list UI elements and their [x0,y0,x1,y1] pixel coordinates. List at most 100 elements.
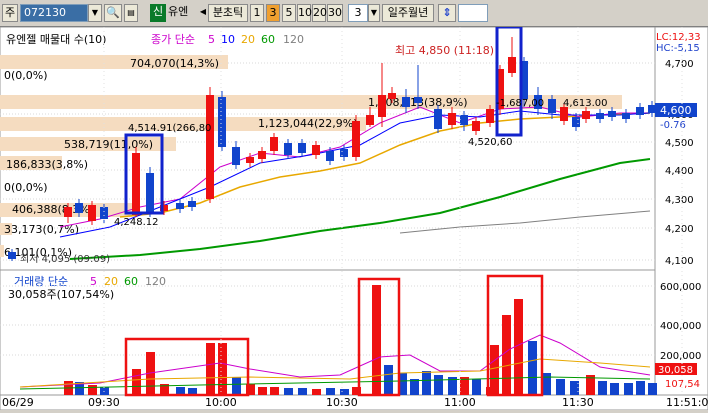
ma-legend-120: 120 [283,33,304,46]
ma-legend-20: 20 [241,33,255,46]
current-price: 4,600 [660,104,692,117]
candle-body [206,95,214,199]
x-axis-time-label: 11:51:0 [666,396,708,409]
current-volume-pct: 107,54 [665,379,700,390]
x-axis-time-label: 11:30 [562,396,594,409]
candle-body [378,95,386,117]
stock-name: 유엔 [168,5,189,18]
candle-body [188,201,196,207]
volume-bar [206,343,215,395]
candle-body [636,107,644,115]
interval-1-button[interactable]: 1 [250,4,264,22]
price-panel-title: 유엔젤 매물대 수(10) [6,33,106,46]
candle-body [548,99,556,113]
lc-label: LC:12,33 [656,32,701,43]
volume-profile-label: 1,123,044(22,9%) [258,117,358,130]
volume-bar [340,389,349,395]
candle-body [508,57,516,73]
period-tick-button[interactable]: 분초틱 [208,4,248,22]
volume-bar [636,381,645,395]
stock-code-input[interactable]: 072130 [20,4,88,22]
candle-body [232,147,240,165]
volume-y-tick: 200,000 [660,351,701,362]
candle-body [258,151,266,159]
volume-bar [312,389,321,395]
volume-bar [556,379,565,395]
price-y-tick: 4,400 [665,166,694,177]
new-listing-badge: 신 [150,4,166,22]
volume-bar [542,373,551,395]
volume-panel-title: 거래량 단순 [14,275,68,288]
volume-bar [648,383,657,395]
candle-body [100,207,108,219]
interval-3-button[interactable]: 3 [266,4,280,22]
volume-bar [410,379,419,395]
volume-summary: 30,058주(107,54%) [8,288,114,301]
chart-svg: 유엔젤 매물대 수(10) 종가 단순 5 10 20 60 120 LC:12… [0,25,708,411]
volume-bar [88,385,97,395]
sort-icon[interactable]: ⇕ [438,4,456,22]
hc-label: HC:-5,15 [656,43,700,54]
candle-body [8,252,16,259]
volume-profile-label: 704,070(14,3%) [130,57,219,70]
price-y-tick: 4,700 [665,59,694,70]
candle-body [284,143,292,155]
candle-body [340,149,348,157]
x-axis-time-label: 10:00 [205,396,237,409]
volume-profile-label: 538,719(11,0%) [64,138,153,151]
interval-10-button[interactable]: 10 [297,4,312,22]
candle-body [572,117,580,127]
candle-body [472,121,480,131]
price-y-tick: 4,100 [665,256,694,267]
volume-bar [384,365,393,395]
volume-bar [472,379,481,395]
candle-body [64,207,72,217]
volume-bar [232,377,241,395]
day-week-month-year-button[interactable]: 일주월년 [382,4,434,22]
x-axis-time-label: 10:30 [326,396,358,409]
volume-bar [490,345,499,395]
chart-area: 유엔젤 매물대 수(10) 종가 단순 5 10 20 60 120 LC:12… [0,25,708,411]
volume-profile-label: 0(0,0%) [4,69,48,82]
candle-body [75,203,83,213]
chevron-left-icon[interactable]: ◀ [198,4,208,22]
candle-body [582,111,590,119]
interval-30-button[interactable]: 30 [327,4,343,22]
annotation-ma-value: 4,514.91(266,80 [128,123,211,134]
mode-dropdown[interactable]: 주 [2,4,18,22]
x-axis-date: 06/29 [2,396,34,409]
stock-list-icon[interactable]: ▤ [124,4,138,22]
candle-body [460,115,468,125]
candle-body [560,107,568,121]
candle-body [218,97,226,147]
candle-body [312,145,320,155]
volume-profile-label: 0(0,0%) [4,181,48,194]
volume-bar [284,388,293,395]
change-pct: -0.76 [660,120,686,131]
volume-bar [422,371,431,395]
volume-y-tick: 400,000 [660,321,701,332]
interval-5-button[interactable]: 5 [282,4,296,22]
volume-bar [270,387,279,395]
interval-20-button[interactable]: 20 [312,4,327,22]
candle-body [88,205,96,221]
candle-body [132,153,140,215]
candle-body [402,97,410,107]
volume-bar [132,369,141,395]
candle-body [414,97,422,103]
x-axis-time-label: 09:30 [88,396,120,409]
search-icon[interactable]: 🔍 [104,4,122,22]
price-y-tick: 4,500 [665,138,694,149]
chevron-down-icon[interactable]: ▼ [368,4,380,22]
count-input[interactable]: 3 [348,4,368,22]
volume-bar [502,315,511,395]
annotation-right-value: 4,613.00 [563,98,608,109]
date-input[interactable] [458,4,488,22]
candle-body [434,109,442,129]
volume-bar [610,383,619,395]
chart-toolbar: 주 072130 ▼ 🔍 ▤ 신 유엔 ◀ 분초틱 1 3 5 10 20 30… [0,0,708,27]
annotation-low-value-2: 4,520,60 [468,137,513,148]
high-price-label: 최고 4,850 (11:18) [395,44,494,57]
volume-profile-label: 186,833(3,8%) [6,158,88,171]
chevron-down-icon[interactable]: ▼ [88,4,102,22]
